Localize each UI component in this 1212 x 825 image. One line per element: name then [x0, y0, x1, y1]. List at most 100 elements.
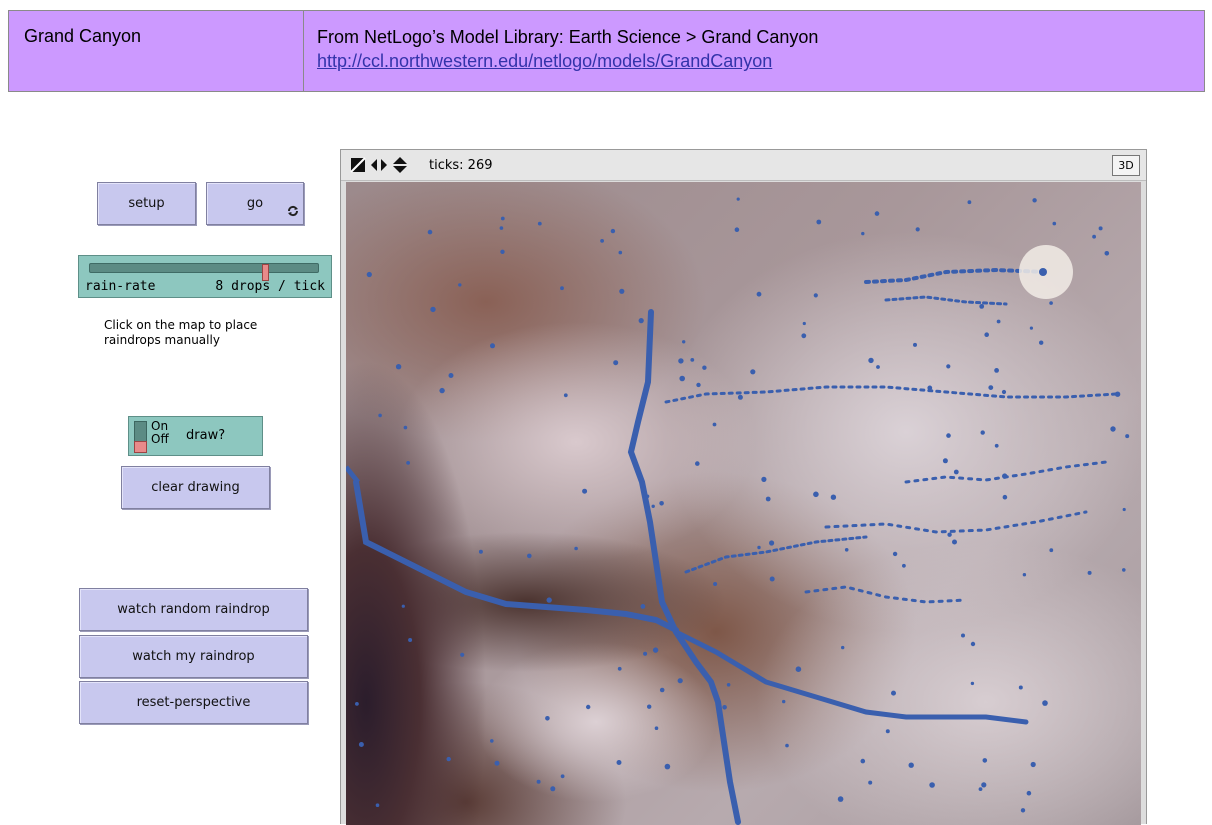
switch-label: draw?	[186, 428, 226, 443]
raindrop	[981, 782, 987, 788]
model-source-cell: From NetLogo’s Model Library: Earth Scie…	[304, 11, 1204, 91]
vertical-resize-icon[interactable]	[391, 157, 409, 173]
raindrop	[844, 548, 849, 552]
raindrop	[560, 286, 564, 291]
raindrop	[1002, 473, 1008, 479]
raindrop	[863, 710, 867, 714]
go-button[interactable]: go	[206, 182, 304, 225]
watch-random-label: watch random raindrop	[117, 602, 270, 617]
ticks-counter: ticks: 269	[429, 157, 493, 173]
raindrop	[1122, 568, 1126, 572]
terrain-map[interactable]	[346, 182, 1141, 825]
raindrop	[927, 385, 933, 391]
model-name: Grand Canyon	[24, 26, 142, 46]
raindrop	[994, 443, 999, 448]
river-channel	[664, 385, 1118, 404]
raindrop	[678, 358, 684, 364]
3d-view-button[interactable]: 3D	[1112, 155, 1140, 176]
raindrop	[782, 699, 786, 704]
raindrop	[841, 645, 845, 650]
raindrop	[619, 288, 625, 294]
river-channel	[627, 309, 741, 825]
raindrop	[618, 250, 623, 255]
clear-drawing-button[interactable]: clear drawing	[121, 466, 270, 509]
raindrop	[994, 368, 999, 373]
raindrop	[1052, 221, 1057, 226]
raindrop	[563, 393, 568, 398]
raindrop	[679, 375, 685, 382]
raindrop	[403, 425, 408, 430]
raindrop	[494, 760, 500, 766]
raindrop	[446, 756, 451, 762]
setup-button[interactable]: setup	[97, 182, 196, 225]
raindrop	[401, 604, 405, 608]
raindrop	[1020, 808, 1026, 813]
edit-size-icon[interactable]	[349, 157, 367, 173]
raindrop	[1125, 434, 1130, 439]
reset-perspective-button[interactable]: reset-perspective	[79, 681, 308, 724]
raindrop	[1114, 391, 1121, 397]
raindrop	[1042, 700, 1048, 706]
forever-arrows-icon	[287, 205, 299, 220]
raindrop	[756, 291, 762, 297]
raindrop	[868, 357, 874, 364]
raindrop	[378, 413, 382, 418]
view-toolbar: ticks: 269 3D	[341, 150, 1146, 181]
raindrop	[1104, 251, 1110, 256]
raindrop	[947, 532, 952, 537]
raindrop	[358, 742, 364, 747]
raindrop	[980, 430, 985, 435]
raindrop	[395, 364, 402, 370]
river-channel	[904, 460, 1108, 484]
raindrop	[874, 211, 880, 216]
raindrop	[430, 306, 436, 313]
raindrop	[1110, 426, 1116, 432]
raindrop	[640, 604, 646, 609]
watch-random-raindrop-button[interactable]: watch random raindrop	[79, 588, 308, 631]
raindrop	[765, 496, 771, 502]
raindrop	[892, 551, 898, 557]
raindrop	[550, 786, 556, 792]
horizontal-resize-icon[interactable]	[370, 157, 388, 173]
watch-mine-label: watch my raindrop	[132, 649, 255, 664]
raindrop	[652, 647, 659, 653]
raindrop	[677, 678, 683, 684]
raindrop	[366, 271, 372, 278]
raindrop	[988, 385, 994, 390]
raindrop	[490, 343, 495, 349]
raindrop	[500, 249, 505, 254]
slider-track[interactable]	[89, 263, 319, 281]
slider-label: rain-rate	[85, 279, 156, 294]
raindrop	[1030, 761, 1036, 768]
switch-toggle[interactable]	[134, 421, 147, 453]
model-source-link[interactable]: http://ccl.northwestern.edu/netlogo/mode…	[317, 51, 772, 71]
raindrop	[722, 705, 727, 710]
raindrop	[500, 216, 505, 221]
raindrop	[545, 716, 550, 721]
raindrop	[702, 365, 707, 370]
raindrop	[830, 494, 837, 500]
raindrop	[530, 604, 534, 608]
raindrop	[785, 743, 789, 748]
raindrop	[1022, 573, 1027, 577]
raindrop	[967, 200, 972, 205]
draw-switch[interactable]: On Off draw?	[128, 416, 263, 456]
model-source-text: From NetLogo’s Model Library: Earth Scie…	[317, 27, 819, 47]
raindrop	[902, 563, 906, 568]
river-channel	[346, 465, 360, 484]
raindrop	[978, 787, 983, 791]
raindrop	[1026, 790, 1032, 796]
raindrop	[690, 358, 695, 362]
raindrop	[802, 321, 806, 326]
raindrop	[713, 582, 718, 586]
watch-my-raindrop-button[interactable]: watch my raindrop	[79, 635, 308, 678]
raindrop	[448, 373, 454, 378]
raindrop	[1092, 234, 1096, 239]
raindrop	[527, 553, 532, 559]
raindrop	[913, 342, 917, 347]
reset-perspective-label: reset-perspective	[136, 695, 251, 710]
raindrop	[638, 318, 644, 324]
raindrop	[499, 226, 504, 230]
raindrop	[696, 382, 701, 388]
rain-rate-slider[interactable]: rain-rate 8 drops / tick	[78, 255, 332, 298]
